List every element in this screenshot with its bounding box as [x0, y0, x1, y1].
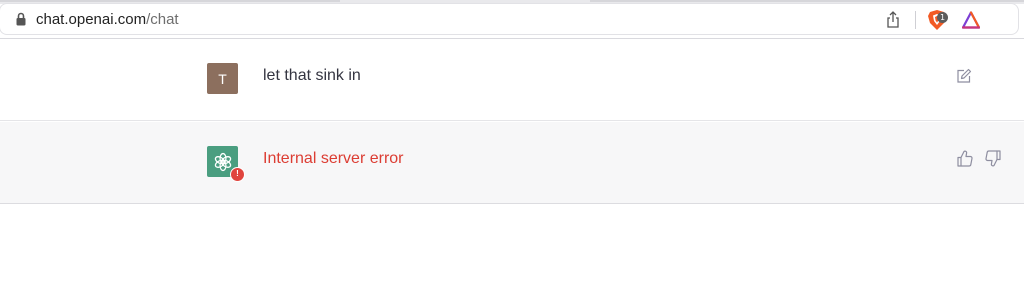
url-path: /chat: [146, 10, 179, 28]
toolbar-separator: [915, 11, 916, 29]
error-badge: !: [230, 167, 245, 182]
assistant-message-row: ! Internal server error: [0, 122, 1024, 204]
edit-icon[interactable]: [956, 68, 972, 84]
brave-badge-count: 1: [937, 12, 948, 23]
thumbs-up-icon[interactable]: [957, 150, 973, 167]
openai-logo-icon: [214, 152, 231, 171]
brave-shield-button[interactable]: 1: [926, 9, 948, 31]
user-avatar-letter: T: [218, 70, 227, 87]
address-bar-actions: 1: [885, 9, 980, 31]
user-avatar: T: [207, 63, 238, 94]
address-bar[interactable]: chat.openai.com/chat 1: [0, 4, 1018, 34]
url-host: chat.openai.com: [36, 10, 147, 28]
assistant-error-text: Internal server error: [263, 150, 404, 167]
brave-rewards-icon[interactable]: [962, 11, 980, 29]
user-message-text: let that sink in: [263, 67, 361, 84]
url-display[interactable]: chat.openai.com/chat: [16, 10, 179, 28]
thumbs-down-icon[interactable]: [985, 150, 1001, 167]
tab-strip-segment: [0, 0, 340, 2]
user-message-row: T let that sink in: [0, 39, 1024, 121]
tab-strip-segment: [590, 0, 1024, 2]
share-icon[interactable]: [885, 11, 901, 29]
lock-icon[interactable]: [16, 12, 26, 26]
